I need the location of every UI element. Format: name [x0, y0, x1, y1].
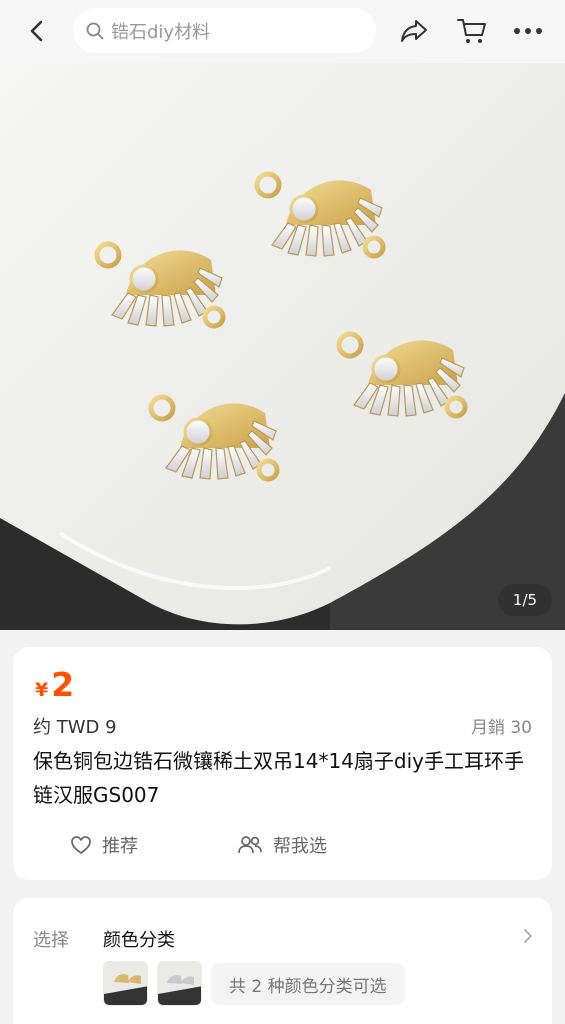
price: ¥ 2 — [35, 665, 74, 704]
monthly-sales: 月銷 30 — [470, 718, 532, 738]
recommend-button[interactable]: 推荐 — [70, 832, 138, 858]
color-thumbnail[interactable] — [157, 961, 202, 1006]
share-icon — [401, 20, 427, 42]
recommend-label: 推荐 — [102, 836, 138, 857]
more-button[interactable] — [511, 14, 545, 48]
variant-selector[interactable]: 选择 颜色分类 共 2 种颜色分类可选 — [13, 898, 552, 1024]
selection-value: 颜色分类 — [103, 930, 175, 951]
selection-label: 选择 — [33, 930, 69, 951]
product-image-gallery[interactable]: 1/5 — [0, 63, 565, 630]
product-info-card: ¥ 2 约 TWD 9 月銷 30 保色铜包边锆石微镶稀土双吊14*14扇子di… — [13, 647, 552, 880]
help-choose-label: 帮我选 — [273, 836, 327, 857]
product-title: 保色铜包边锆石微镶稀土双吊14*14扇子diy手工耳环手链汉服GS007 — [33, 749, 524, 807]
top-bar: 锆石diy材料 — [0, 0, 565, 63]
back-button[interactable] — [20, 14, 54, 48]
search-bar[interactable]: 锆石diy材料 — [73, 8, 376, 53]
image-counter: 1/5 — [498, 584, 552, 616]
product-photo — [0, 63, 565, 630]
variant-count: 共 2 种颜色分类可选 — [211, 963, 405, 1005]
people-icon — [237, 835, 263, 855]
approx-price: 约 TWD 9 — [33, 717, 117, 738]
more-icon — [514, 28, 542, 34]
chevron-right-icon — [524, 929, 532, 943]
thumbnail-image — [158, 962, 201, 1005]
cart-button[interactable] — [455, 14, 489, 48]
help-choose-button[interactable]: 帮我选 — [237, 832, 327, 858]
price-currency: ¥ — [35, 679, 49, 701]
color-thumbnail[interactable] — [103, 961, 148, 1006]
back-icon — [30, 20, 43, 42]
thumbnail-image — [104, 962, 147, 1005]
cart-icon — [457, 19, 486, 43]
price-value: 2 — [51, 665, 75, 704]
search-icon — [86, 22, 104, 39]
share-button[interactable] — [397, 14, 431, 48]
heart-icon — [70, 835, 92, 855]
search-placeholder: 锆石diy材料 — [111, 21, 211, 43]
